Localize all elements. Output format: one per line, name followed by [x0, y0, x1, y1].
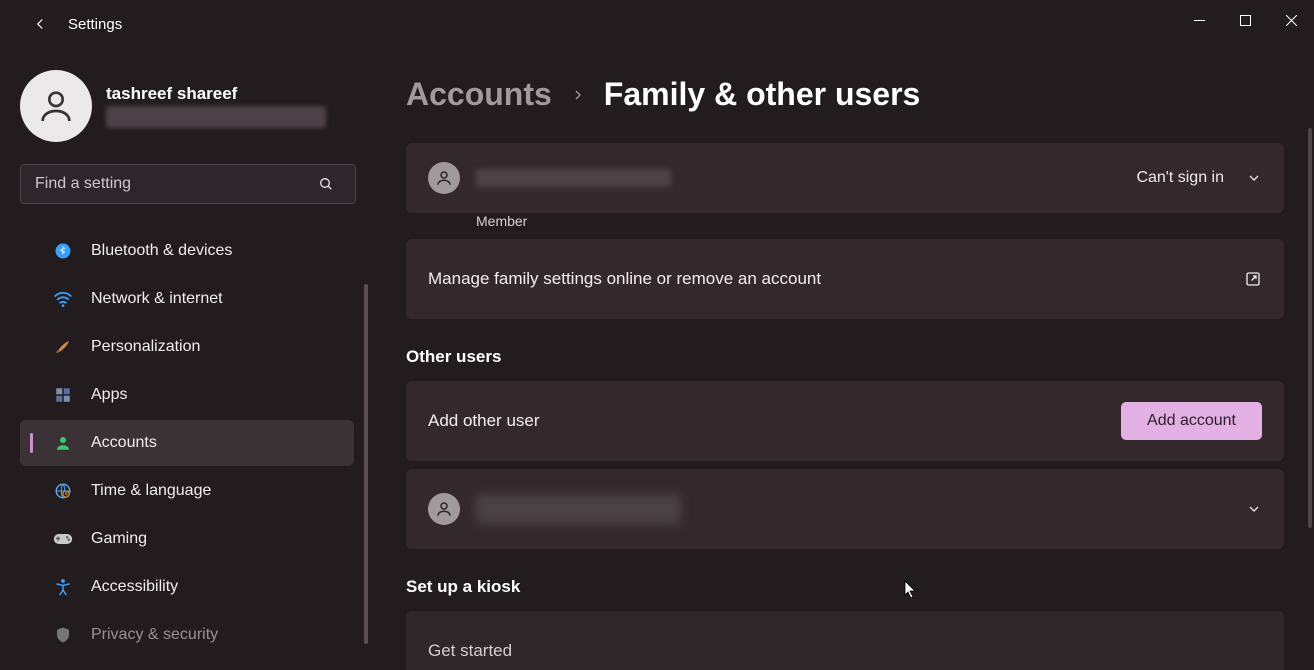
- window-controls: [1176, 0, 1314, 40]
- section-other-users-title: Other users: [406, 347, 1284, 367]
- member-name-redacted: [476, 169, 671, 187]
- search-box[interactable]: [20, 164, 354, 204]
- family-member-row[interactable]: Can't sign in: [406, 143, 1284, 213]
- search-icon: [318, 176, 334, 192]
- person-icon: [435, 500, 453, 518]
- add-other-user-row: Add other user Add account: [406, 381, 1284, 461]
- sidebar-scrollbar[interactable]: [364, 284, 368, 644]
- sidebar-item-label: Apps: [91, 386, 127, 404]
- other-user-row[interactable]: [406, 469, 1284, 549]
- apps-icon: [53, 385, 73, 405]
- main-scrollbar[interactable]: [1308, 128, 1312, 528]
- sidebar-item-label: Time & language: [91, 482, 211, 500]
- person-icon: [53, 433, 73, 453]
- person-icon: [435, 169, 453, 187]
- profile-name: tashreef shareef: [106, 84, 326, 104]
- manage-family-label: Manage family settings online or remove …: [428, 269, 821, 289]
- kiosk-get-started-row[interactable]: Get started: [406, 611, 1284, 670]
- sidebar-item-apps[interactable]: Apps: [20, 372, 354, 418]
- minimize-button[interactable]: [1176, 0, 1222, 40]
- open-external-icon: [1244, 270, 1262, 288]
- sidebar-item-personalization[interactable]: Personalization: [20, 324, 354, 370]
- other-user-avatar: [428, 493, 460, 525]
- titlebar: Settings: [0, 0, 1314, 48]
- sidebar-item-label: Gaming: [91, 530, 147, 548]
- add-other-user-label: Add other user: [428, 409, 540, 433]
- main-content: Accounts Family & other users Can't sign…: [370, 48, 1314, 670]
- close-icon: [1286, 15, 1297, 26]
- bluetooth-icon: [53, 241, 73, 261]
- sidebar-item-network[interactable]: Network & internet: [20, 276, 354, 322]
- chevron-down-icon: [1246, 170, 1262, 186]
- nav: Bluetooth & devices Network & internet P…: [20, 228, 354, 658]
- sidebar: tashreef shareef Bluetooth & devices: [0, 48, 370, 670]
- sidebar-item-gaming[interactable]: Gaming: [20, 516, 354, 562]
- avatar: [20, 70, 92, 142]
- profile-block[interactable]: tashreef shareef: [20, 70, 354, 142]
- kiosk-get-started-label: Get started: [428, 639, 512, 663]
- section-kiosk-title: Set up a kiosk: [406, 577, 1284, 597]
- sidebar-item-label: Accounts: [91, 434, 157, 452]
- maximize-icon: [1240, 15, 1251, 26]
- add-account-button[interactable]: Add account: [1121, 402, 1262, 440]
- close-button[interactable]: [1268, 0, 1314, 40]
- member-avatar: [428, 162, 460, 194]
- sidebar-item-label: Accessibility: [91, 578, 178, 596]
- sidebar-item-label: Personalization: [91, 338, 200, 356]
- breadcrumb: Accounts Family & other users: [406, 76, 1284, 113]
- breadcrumb-parent[interactable]: Accounts: [406, 76, 552, 113]
- sidebar-item-privacy[interactable]: Privacy & security: [20, 612, 354, 658]
- person-icon: [36, 86, 76, 126]
- minimize-icon: [1194, 15, 1205, 26]
- other-user-name-redacted: [476, 494, 681, 524]
- arrow-left-icon: [31, 15, 49, 33]
- brush-icon: [53, 337, 73, 357]
- wifi-icon: [53, 289, 73, 309]
- sidebar-item-accounts[interactable]: Accounts: [20, 420, 354, 466]
- shield-icon: [53, 625, 73, 645]
- member-status: Can't sign in: [1136, 169, 1224, 187]
- sidebar-item-accessibility[interactable]: Accessibility: [20, 564, 354, 610]
- breadcrumb-current: Family & other users: [604, 76, 921, 113]
- profile-email-redacted: [106, 106, 326, 128]
- back-button[interactable]: [20, 4, 60, 44]
- globe-icon: [53, 481, 73, 501]
- search-input[interactable]: [20, 164, 356, 204]
- sidebar-item-label: Privacy & security: [91, 626, 218, 644]
- app-title: Settings: [68, 16, 122, 33]
- chevron-down-icon: [1246, 501, 1262, 517]
- maximize-button[interactable]: [1222, 0, 1268, 40]
- chevron-right-icon: [570, 87, 586, 103]
- sidebar-item-bluetooth[interactable]: Bluetooth & devices: [20, 228, 354, 274]
- gaming-icon: [53, 529, 73, 549]
- member-role: Member: [476, 213, 527, 229]
- accessibility-icon: [53, 577, 73, 597]
- sidebar-item-label: Bluetooth & devices: [91, 242, 232, 260]
- manage-family-row[interactable]: Manage family settings online or remove …: [406, 239, 1284, 319]
- sidebar-item-time[interactable]: Time & language: [20, 468, 354, 514]
- sidebar-item-label: Network & internet: [91, 290, 223, 308]
